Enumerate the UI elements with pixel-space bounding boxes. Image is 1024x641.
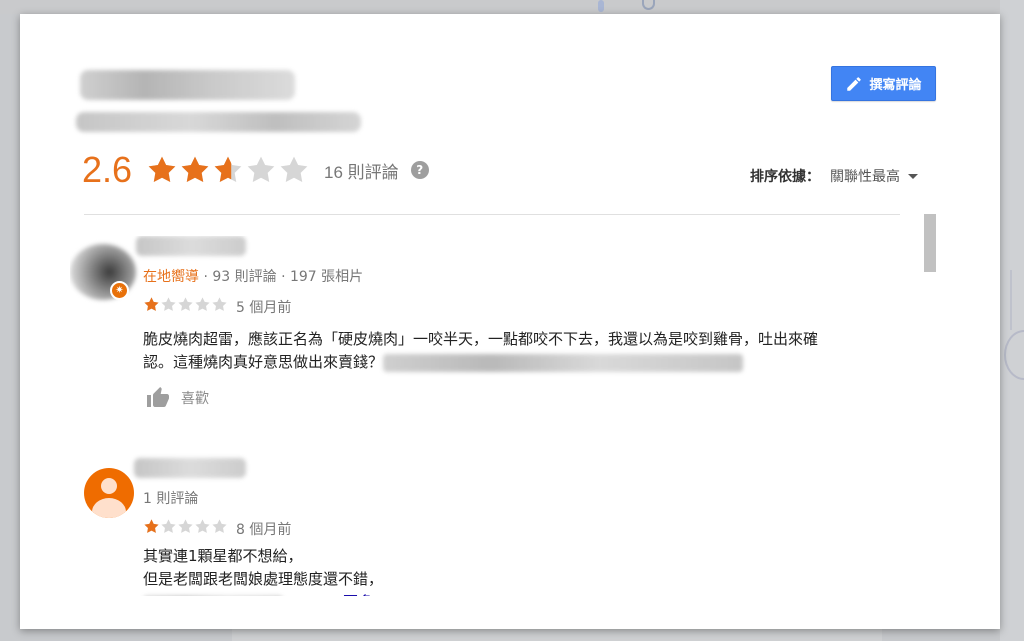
reviewer-stats: · 93 則評論 · 197 張相片 (203, 269, 364, 285)
sort-label: 排序依據： (750, 169, 820, 185)
place-address-redacted (76, 112, 361, 132)
average-rating: 2.6 (82, 149, 133, 190)
like-button[interactable]: 喜歡 (143, 386, 209, 410)
review-count: 16 則評論 (324, 162, 399, 182)
map-left-edge (0, 0, 20, 641)
review-text-line: 其實連1顆星都不想給， (143, 547, 303, 565)
star-icon (280, 156, 308, 183)
review-rating: 5 個月前 (143, 296, 291, 317)
avatar[interactable] (84, 468, 134, 518)
map-right-edge (1000, 0, 1024, 641)
map-pin-icon (598, 0, 604, 12)
star-icon (161, 519, 176, 533)
search-icon (642, 0, 655, 10)
rating-summary: 2.6 16 則評論 ? (82, 149, 429, 190)
map-road (1004, 330, 1024, 380)
map-road (1010, 270, 1012, 330)
star-icon (214, 156, 242, 183)
reviewer-meta: 在地嚮導 · 93 則評論 · 197 張相片 (143, 266, 363, 286)
help-circle-icon[interactable]: ? (410, 161, 429, 179)
star-icon (247, 156, 275, 183)
divider (84, 214, 900, 215)
review-text-line-3: 更多 (143, 591, 903, 596)
local-guide-badge-icon: ✷ (110, 281, 129, 300)
review-stars (143, 518, 228, 539)
review-stars (143, 296, 228, 317)
reviewer-meta: 1 則評論 (143, 488, 198, 508)
more-link[interactable]: 更多 (343, 593, 373, 596)
review-time: 8 個月前 (236, 521, 292, 538)
star-icon (148, 156, 176, 183)
rating-stars (146, 154, 310, 186)
sort-value[interactable]: 關聯性最高 (830, 166, 900, 186)
redacted-text (383, 353, 744, 372)
review-time: 5 個月前 (236, 299, 292, 316)
chevron-down-icon[interactable] (908, 173, 918, 179)
background-panel-bottom (232, 628, 882, 641)
thumbs-up-icon (147, 387, 169, 407)
review-list: ✷ 在地嚮導 · 93 則評論 · 197 張相片 5 個月前 脆皮燒肉超雷，應… (70, 236, 910, 596)
redacted-text (143, 595, 283, 596)
star-icon (212, 519, 227, 533)
like-label: 喜歡 (181, 391, 209, 407)
review-text: 脆皮燒肉超雷，應該正名為「硬皮燒肉」一咬半天，一點都咬不下去，我還以為是咬到雞骨… (143, 328, 903, 374)
review-item: ✷ 在地嚮導 · 93 則評論 · 197 張相片 5 個月前 脆皮燒肉超雷，應… (70, 236, 910, 436)
review-item: 1 則評論 8 個月前 其實連1顆星都不想給， 但是老闆跟老闆娘處理態度還不錯，… (70, 458, 910, 596)
review-text-line: 脆皮燒肉超雷，應該正名為「硬皮燒肉」一咬半天，一點都咬不下去，我還以為是咬到雞骨… (143, 330, 819, 348)
avatar-body (92, 498, 126, 518)
write-review-button[interactable]: 撰寫評論 (831, 66, 936, 101)
review-rating: 8 個月前 (143, 518, 291, 539)
local-guide-label: 在地嚮導 (143, 269, 199, 285)
reviewer-stats: 1 則評論 (143, 491, 199, 507)
reviewer-name-redacted[interactable] (134, 458, 246, 478)
star-icon (144, 297, 159, 311)
reviews-dialog: 撰寫評論 2.6 16 則評論 ? 排序依據： 關聯性最高 ✷ 在地嚮導 · 9… (20, 14, 1000, 629)
review-text: 其實連1顆星都不想給， 但是老闆跟老闆娘處理態度還不錯， 更多 (143, 545, 903, 596)
star-icon (181, 156, 209, 183)
sort-control[interactable]: 排序依據： 關聯性最高 (750, 166, 918, 186)
review-text-line-2: 認。這種燒肉真好意思做出來賣錢？ (143, 351, 903, 374)
avatar-head (101, 478, 117, 494)
review-text-line: 認。這種燒肉真好意思做出來賣錢？ (143, 353, 384, 371)
star-icon (161, 297, 176, 311)
star-icon (178, 519, 193, 533)
place-name-redacted (80, 70, 295, 100)
star-icon (212, 297, 227, 311)
star-icon (195, 519, 210, 533)
pencil-icon (847, 76, 862, 91)
reviewer-name-redacted[interactable] (136, 236, 246, 256)
star-icon (144, 519, 159, 533)
review-text-line: 但是老闆跟老闆娘處理態度還不錯， (143, 570, 384, 588)
map-top-bar (0, 0, 1024, 14)
star-icon (178, 297, 193, 311)
write-review-label: 撰寫評論 (869, 77, 922, 92)
scrollbar-thumb[interactable] (924, 214, 936, 272)
star-icon (195, 297, 210, 311)
